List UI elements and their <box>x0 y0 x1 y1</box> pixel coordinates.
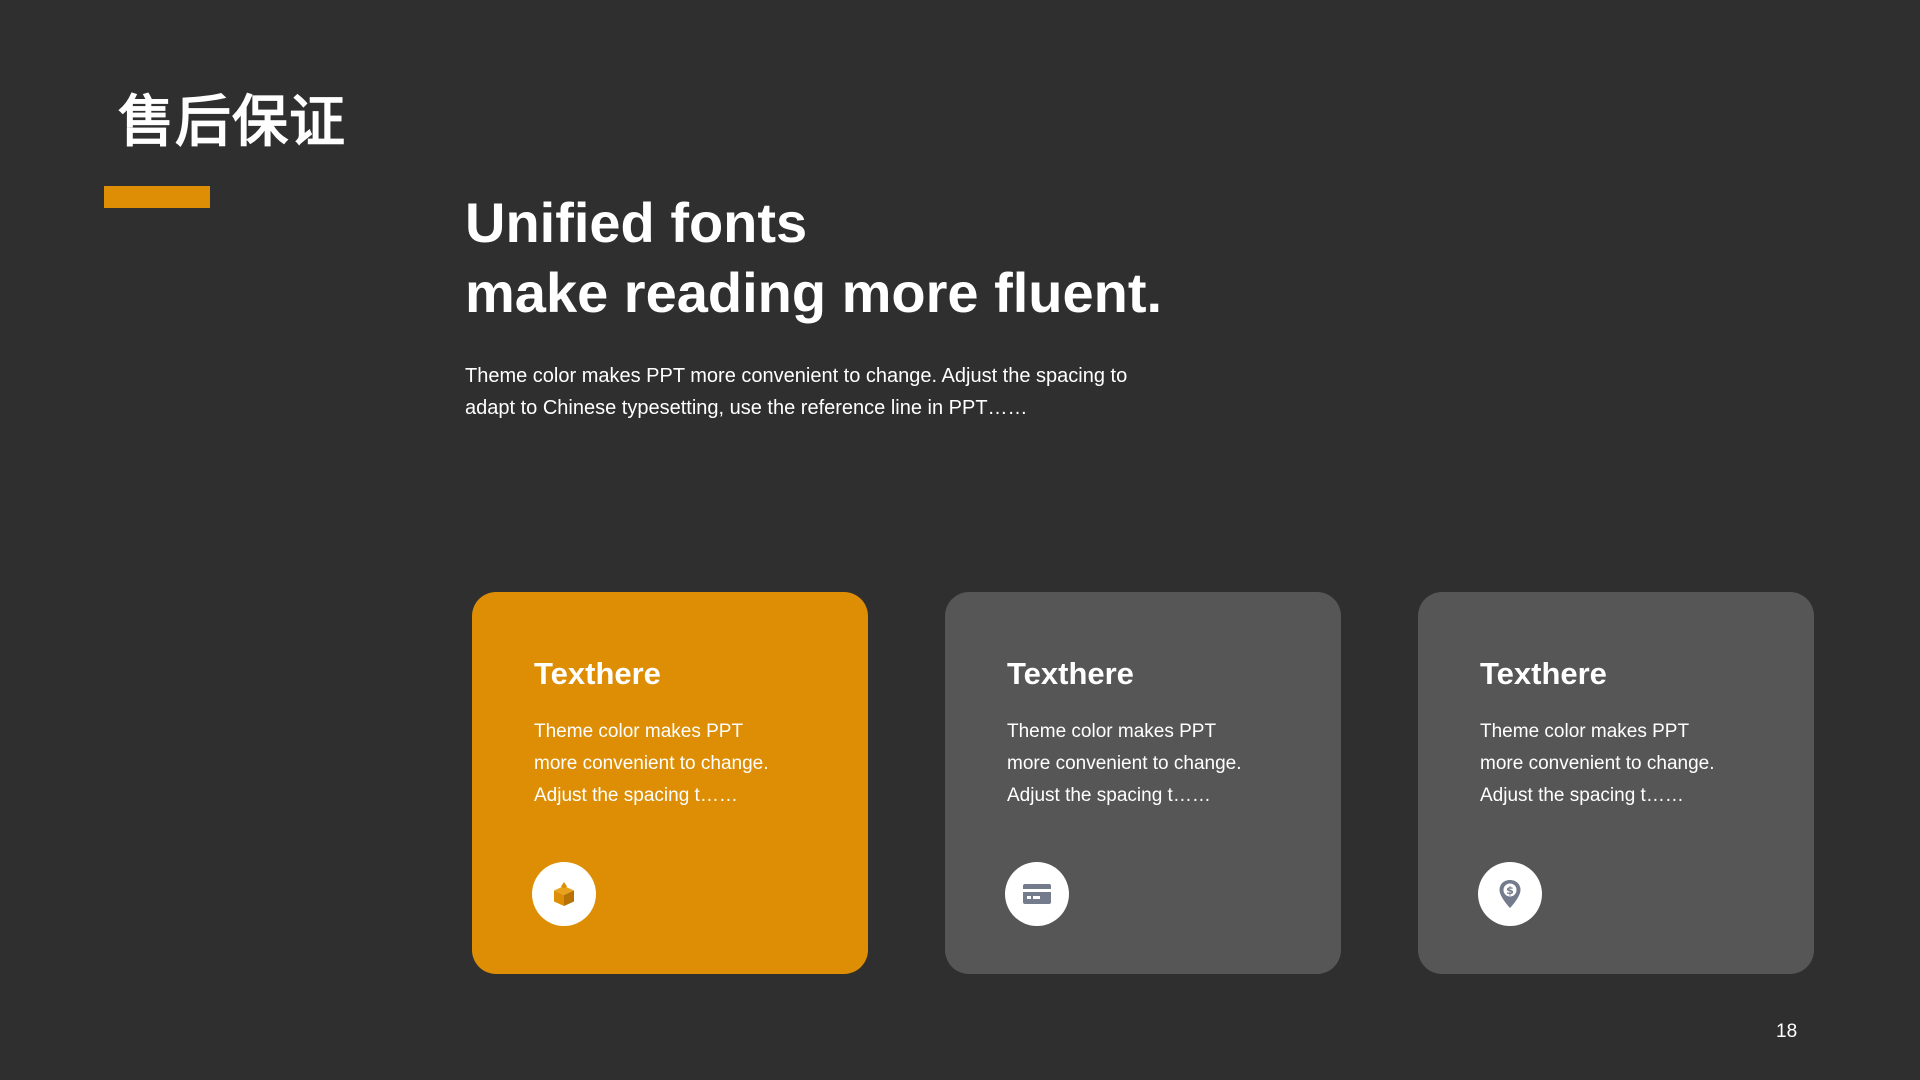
svg-text:$: $ <box>1506 884 1514 897</box>
headline-line-2: make reading more fluent. <box>465 261 1163 324</box>
card-text-line-3: Adjust the spacing t…… <box>534 785 738 806</box>
card-text-line-1: Theme color makes PPT <box>1007 721 1217 742</box>
title-accent-bar <box>104 186 210 208</box>
page-number: 18 <box>1776 1021 1798 1042</box>
card-title: Texthere <box>1480 656 1607 691</box>
slide-title: 售后保证 <box>118 90 346 155</box>
card-text-line-2: more convenient to change. <box>1007 753 1242 774</box>
card-text-line-1: Theme color makes PPT <box>1480 721 1690 742</box>
intro-line-2: adapt to Chinese typesetting, use the re… <box>465 397 1028 419</box>
card-text: Theme color makes PPT more convenient to… <box>1480 716 1780 812</box>
slide: 售后保证 Unified fonts make reading more flu… <box>0 0 1920 1080</box>
intro-line-1: Theme color makes PPT more convenient to… <box>465 365 1128 387</box>
card-text-line-3: Adjust the spacing t…… <box>1480 785 1684 806</box>
card-text-line-2: more convenient to change. <box>1480 753 1715 774</box>
card-title: Texthere <box>1007 656 1134 691</box>
card-title: Texthere <box>534 656 661 691</box>
headline-line-1: Unified fonts <box>465 191 808 254</box>
location-dollar-icon: $ <box>1478 862 1542 926</box>
box-icon <box>532 862 596 926</box>
card-text-line-2: more convenient to change. <box>534 753 769 774</box>
credit-card-icon <box>1005 862 1069 926</box>
card-text: Theme color makes PPT more convenient to… <box>534 716 834 812</box>
card-text: Theme color makes PPT more convenient to… <box>1007 716 1307 812</box>
card-text-line-1: Theme color makes PPT <box>534 721 744 742</box>
card-text-line-3: Adjust the spacing t…… <box>1007 785 1211 806</box>
intro-paragraph: Theme color makes PPT more convenient to… <box>465 360 1165 424</box>
headline: Unified fonts make reading more fluent. <box>465 188 1465 328</box>
feature-card-2[interactable]: Texthere Theme color makes PPT more conv… <box>945 592 1341 974</box>
feature-card-3[interactable]: Texthere Theme color makes PPT more conv… <box>1418 592 1814 974</box>
feature-card-1[interactable]: Texthere Theme color makes PPT more conv… <box>472 592 868 974</box>
